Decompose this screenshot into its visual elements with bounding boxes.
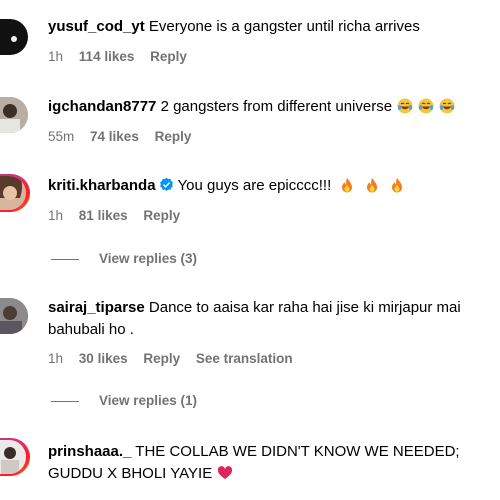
reply-button[interactable]: Reply xyxy=(155,129,192,144)
comment-text: Everyone is a gangster until richa arriv… xyxy=(148,18,420,35)
comment-likes[interactable]: 114 likes xyxy=(79,49,135,64)
view-replies-label: View replies (1) xyxy=(99,393,198,408)
reply-button[interactable]: Reply xyxy=(143,208,180,223)
comment-text: You guys are epicccc!!! xyxy=(177,177,332,194)
laughing-tears-icon xyxy=(392,98,413,115)
comment-line: igchandan8777 2 gangsters from different… xyxy=(48,97,455,117)
avatar[interactable] xyxy=(0,298,28,334)
comment-text: 2 gangsters from different universe xyxy=(160,98,393,115)
fire-icon xyxy=(334,177,355,194)
comment-text-line-2: GUDDU X BHOLI YAYIE xyxy=(48,464,233,484)
laughing-tears-icon xyxy=(413,98,434,115)
view-replies-button[interactable]: View replies (3) xyxy=(51,251,197,266)
comment-line: kriti.kharbanda You guys are epicccc!!! xyxy=(48,176,405,196)
avatar[interactable] xyxy=(0,97,28,133)
comment-likes[interactable]: 74 likes xyxy=(90,129,139,144)
comment-text-continued: bahubali ho . xyxy=(48,321,134,338)
comment-line: yusuf_cod_yt Everyone is a gangster unti… xyxy=(48,17,420,37)
avatar[interactable] xyxy=(0,19,28,55)
comment-text: Dance to aaisa kar raha hai jise ki mirj… xyxy=(148,299,461,316)
comment-likes[interactable]: 81 likes xyxy=(79,208,128,223)
comment-time: 1h xyxy=(48,208,64,223)
fire-icon xyxy=(384,177,405,194)
comment-username[interactable]: yusuf_cod_yt xyxy=(48,18,145,35)
comment-line: prinshaaa._ THE COLLAB WE DIDN'T KNOW WE… xyxy=(48,442,460,462)
view-replies-label: View replies (3) xyxy=(99,251,198,266)
comment-time: 55m xyxy=(48,129,75,144)
comment-text-continued: GUDDU X BHOLI YAYIE xyxy=(48,465,213,482)
divider xyxy=(51,258,79,260)
comment-time: 1h xyxy=(48,351,64,366)
comment-meta: 1h 30 likes Reply See translation xyxy=(48,350,305,368)
avatar[interactable] xyxy=(0,174,30,212)
reply-button[interactable]: Reply xyxy=(150,49,187,64)
fire-icon xyxy=(359,177,380,194)
comment-time: 1h xyxy=(48,49,64,64)
see-translation-button[interactable]: See translation xyxy=(196,351,293,366)
comment-text: THE COLLAB WE DIDN'T KNOW WE NEEDED; xyxy=(135,443,460,460)
divider xyxy=(51,400,79,402)
comment-username[interactable]: sairaj_tiparse xyxy=(48,299,145,316)
comment-text-line-2: bahubali ho . xyxy=(48,320,134,340)
comment-meta: 1h 81 likes Reply xyxy=(48,207,192,225)
comment-line: sairaj_tiparse Dance to aaisa kar raha h… xyxy=(48,298,461,318)
comment-username[interactable]: igchandan8777 xyxy=(48,98,156,115)
comment-username[interactable]: kriti.kharbanda xyxy=(48,177,156,194)
red-heart-icon xyxy=(212,465,233,482)
reply-button[interactable]: Reply xyxy=(143,351,180,366)
comment-likes[interactable]: 30 likes xyxy=(79,351,128,366)
verified-badge-icon xyxy=(156,177,178,194)
comment-meta: 1h 114 likes Reply xyxy=(48,48,199,66)
comment-username[interactable]: prinshaaa._ xyxy=(48,443,131,460)
avatar[interactable] xyxy=(0,438,30,476)
comment-meta: 55m 74 likes Reply xyxy=(48,128,203,146)
view-replies-button[interactable]: View replies (1) xyxy=(51,393,197,408)
laughing-tears-icon xyxy=(434,98,455,115)
